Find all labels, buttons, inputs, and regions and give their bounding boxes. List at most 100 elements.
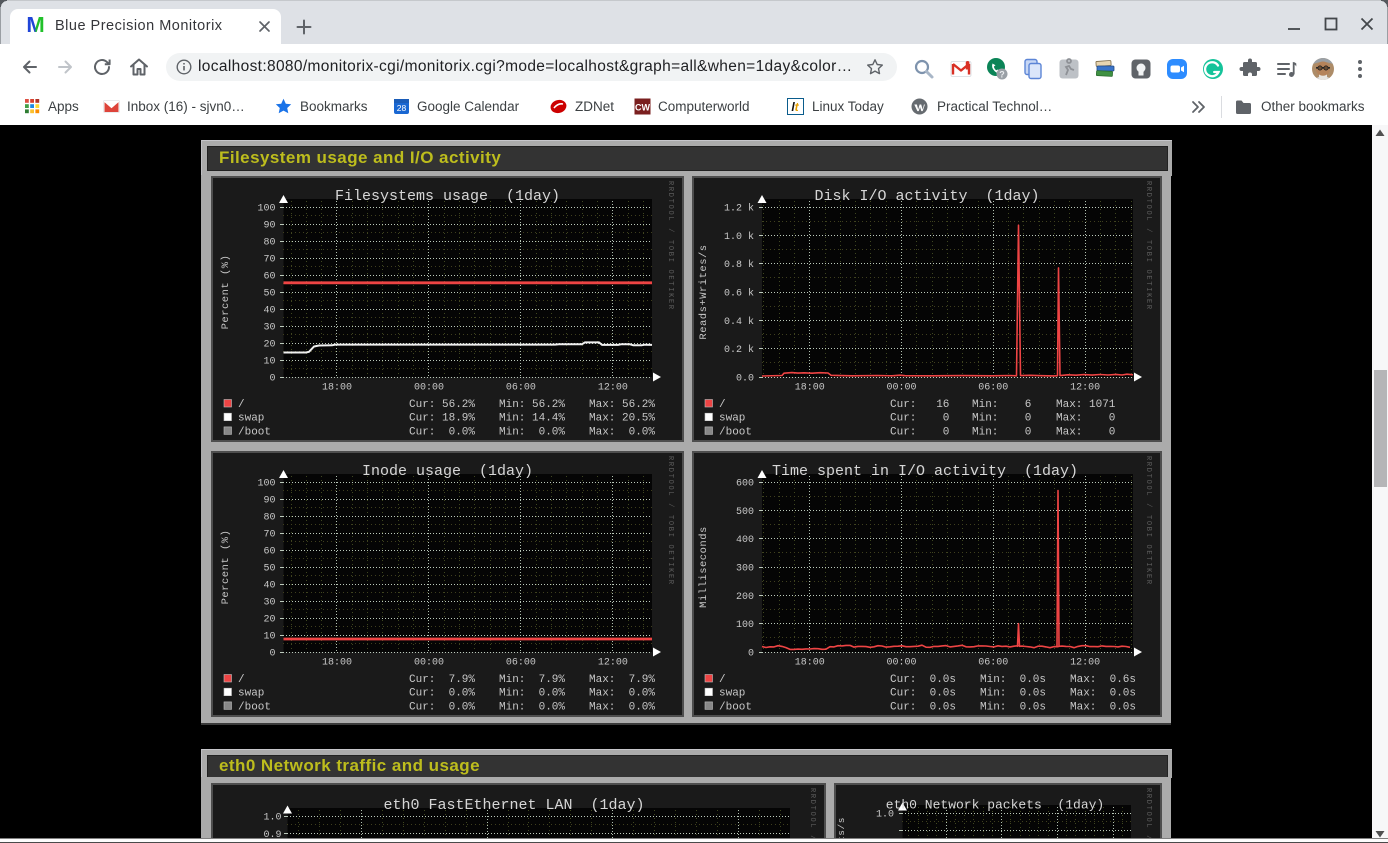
svg-text:Cur: 0.0s: Cur: 0.0s — [890, 701, 956, 713]
svg-text:90: 90 — [263, 496, 275, 507]
svg-text:400: 400 — [736, 535, 754, 546]
svg-text:Max: 0.6s: Max: 0.6s — [1070, 674, 1136, 686]
svg-text:60: 60 — [263, 547, 275, 558]
svg-text:/: / — [238, 399, 245, 411]
svg-text:Max: 0.0s: Max: 0.0s — [1070, 701, 1136, 713]
svg-text:18:00: 18:00 — [795, 383, 825, 394]
svg-text:swap: swap — [238, 688, 264, 700]
svg-text:eth0 FastEthernet LAN (1day): eth0 FastEthernet LAN (1day) — [383, 797, 644, 814]
svg-text:1.0 k: 1.0 k — [724, 231, 754, 243]
svg-text:RRDTOOL / TOBI OETIKER: RRDTOOL / TOBI OETIKER — [1144, 181, 1152, 311]
svg-text:Max: 0.0%: Max: 0.0% — [589, 688, 655, 700]
svg-text:Min: 56.2%: Min: 56.2% — [499, 399, 565, 411]
svg-text:Time spent in I/O activity (1: Time spent in I/O activity (1day) — [772, 463, 1078, 480]
svg-text:Cur: 0: Cur: 0 — [890, 413, 949, 425]
svg-text:/: / — [719, 674, 726, 686]
svg-text:200: 200 — [736, 592, 754, 603]
svg-text:CW: CW — [635, 103, 650, 113]
svg-text:Percent (%): Percent (%) — [220, 530, 232, 605]
svg-text:/: / — [238, 674, 245, 686]
svg-text:10: 10 — [263, 632, 275, 643]
svg-text:Max: 0.0%: Max: 0.0% — [589, 426, 655, 438]
svg-text:0.6 k: 0.6 k — [724, 288, 754, 300]
svg-text:Milliseconds: Milliseconds — [698, 526, 710, 608]
svg-text:06:00: 06:00 — [978, 658, 1008, 669]
svg-text:80: 80 — [263, 513, 275, 524]
svg-text:Percent (%): Percent (%) — [220, 255, 232, 330]
svg-text:100: 100 — [736, 620, 754, 631]
svg-text:/: / — [719, 399, 726, 411]
svg-text:Min: 0.0s: Min: 0.0s — [980, 701, 1046, 713]
svg-text:RRDTOOL / TOBI OETIKER: RRDTOOL / TOBI OETIKER — [666, 181, 674, 311]
svg-text:100: 100 — [257, 204, 275, 215]
svg-text:swap: swap — [719, 413, 745, 425]
svg-text:?: ? — [999, 70, 1005, 80]
svg-text:Cur: 16: Cur: 16 — [890, 399, 949, 411]
svg-text:18:00: 18:00 — [795, 658, 825, 669]
svg-text:Cur: 56.2%: Cur: 56.2% — [409, 399, 475, 411]
svg-text:0.2 k: 0.2 k — [724, 344, 754, 356]
svg-text:0.8 k: 0.8 k — [724, 259, 754, 271]
svg-text:1.2 k: 1.2 k — [724, 203, 754, 215]
svg-text:Reads+Writes/s: Reads+Writes/s — [698, 244, 710, 339]
svg-text:/boot: /boot — [719, 426, 752, 438]
svg-text:Min: 0.0s: Min: 0.0s — [980, 688, 1046, 700]
svg-text:Inode usage (1day): Inode usage (1day) — [362, 463, 533, 480]
svg-text:eth0 Network packets (1day): eth0 Network packets (1day) — [886, 798, 1104, 813]
svg-text:Min: 14.4%: Min: 14.4% — [499, 413, 565, 425]
svg-text:60: 60 — [263, 272, 275, 283]
svg-text:/boot: /boot — [238, 701, 271, 713]
svg-text:Max: 0: Max: 0 — [1056, 426, 1115, 438]
svg-text:Min: 7.9%: Min: 7.9% — [499, 674, 565, 686]
svg-text:12:00: 12:00 — [598, 658, 628, 669]
svg-text:0: 0 — [269, 374, 275, 385]
svg-text:06:00: 06:00 — [506, 658, 536, 669]
svg-text:Cur: 0.0%: Cur: 0.0% — [409, 688, 475, 700]
svg-text:Max: 0.0%: Max: 0.0% — [589, 701, 655, 713]
svg-text:Cur: 0.0s: Cur: 0.0s — [890, 674, 956, 686]
svg-text:lt: lt — [791, 100, 799, 114]
svg-text:40: 40 — [263, 306, 275, 317]
svg-text:100: 100 — [257, 479, 275, 490]
svg-text:Max: 0.0s: Max: 0.0s — [1070, 688, 1136, 700]
svg-text:18:00: 18:00 — [322, 658, 352, 669]
svg-text:Max: 1071: Max: 1071 — [1056, 399, 1116, 411]
svg-text:RRDTOOL / TOBI OETIKER: RRDTOOL / TOBI OETIKER — [1144, 456, 1152, 586]
svg-text:RRDTOOL / TOBI OETIKER: RRDTOOL / TOBI OETIKER — [1144, 788, 1152, 843]
svg-text:50: 50 — [263, 289, 275, 300]
svg-text:06:00: 06:00 — [978, 383, 1008, 394]
svg-text:Max: 0: Max: 0 — [1056, 413, 1115, 425]
svg-text:1.0: 1.0 — [263, 813, 281, 824]
svg-text:Filesystems usage (1day): Filesystems usage (1day) — [335, 188, 560, 205]
svg-text:28: 28 — [397, 103, 407, 113]
svg-text:Cur: 0.0%: Cur: 0.0% — [409, 426, 475, 438]
svg-text:18:00: 18:00 — [322, 383, 352, 394]
svg-text:00:00: 00:00 — [886, 383, 916, 394]
svg-text:00:00: 00:00 — [414, 383, 444, 394]
svg-text:06:00: 06:00 — [506, 383, 536, 394]
svg-text:Max: 56.2%: Max: 56.2% — [589, 399, 655, 411]
svg-text:Cur: 0.0s: Cur: 0.0s — [890, 688, 956, 700]
svg-text:/boot: /boot — [238, 426, 271, 438]
svg-text:0: 0 — [269, 649, 275, 660]
svg-text:Min: 0.0s: Min: 0.0s — [980, 674, 1046, 686]
svg-text:RRDTOOL / TOBI OETIKER: RRDTOOL / TOBI OETIKER — [666, 456, 674, 586]
svg-text:00:00: 00:00 — [886, 658, 916, 669]
svg-text:80: 80 — [263, 238, 275, 249]
svg-text:swap: swap — [719, 688, 745, 700]
svg-text:Cur: 7.9%: Cur: 7.9% — [409, 674, 475, 686]
svg-text:RRDTOOL / TOBI OETIKER: RRDTOOL / TOBI OETIKER — [808, 788, 816, 843]
svg-text:300: 300 — [736, 564, 754, 575]
svg-text:70: 70 — [263, 530, 275, 541]
svg-text:Min: 0.0%: Min: 0.0% — [499, 701, 565, 713]
svg-text:Min: 0: Min: 0 — [972, 413, 1031, 425]
svg-text:Min: 0.0%: Min: 0.0% — [499, 426, 565, 438]
svg-text:30: 30 — [263, 598, 275, 609]
svg-text:Max: 7.9%: Max: 7.9% — [589, 674, 655, 686]
svg-text:90: 90 — [263, 221, 275, 232]
svg-text:Max: 20.5%: Max: 20.5% — [589, 413, 655, 425]
svg-text:Min: 0: Min: 0 — [972, 426, 1031, 438]
svg-text:Cur: 0.0%: Cur: 0.0% — [409, 701, 475, 713]
svg-text:20: 20 — [263, 615, 275, 626]
svg-text:Cur: 0: Cur: 0 — [890, 426, 949, 438]
